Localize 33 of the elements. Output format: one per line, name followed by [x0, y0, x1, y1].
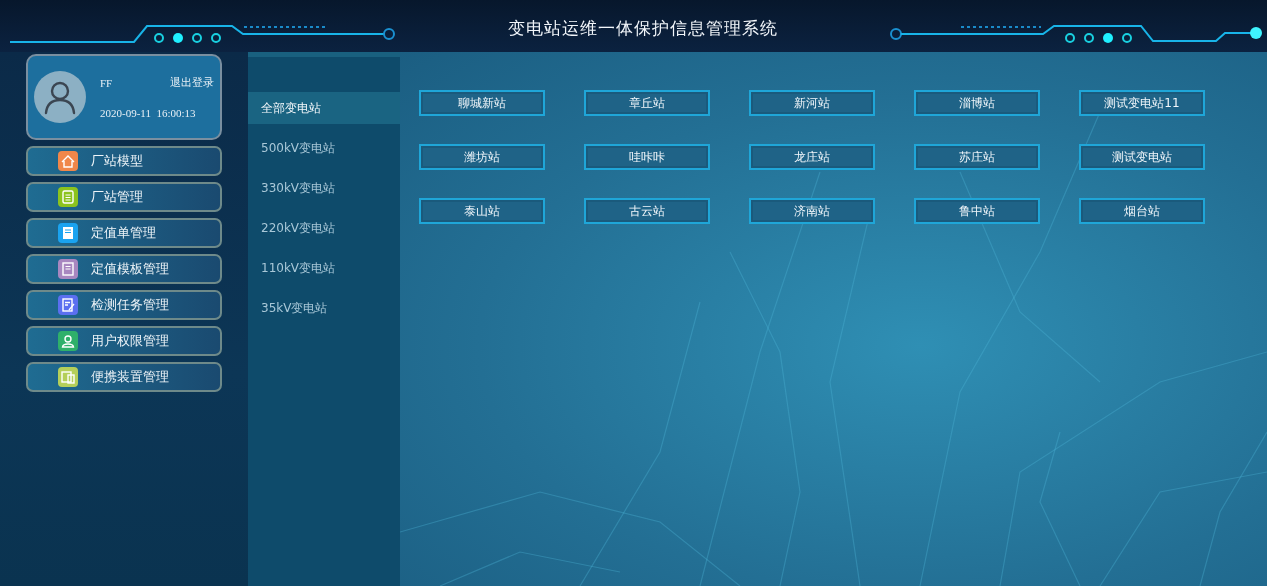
station-button[interactable]: 济南站 — [749, 198, 875, 224]
category-item[interactable]: 35kV变电站 — [248, 292, 400, 324]
station-button[interactable]: 测试变电站11 — [1079, 90, 1205, 116]
station-button[interactable]: 古云站 — [584, 198, 710, 224]
station-button[interactable]: 测试变电站 — [1079, 144, 1205, 170]
category-item[interactable]: 330kV变电站 — [248, 172, 400, 204]
login-time: 2020-09-11 16:00:13 — [100, 107, 197, 119]
nav-button[interactable]: 厂站模型 — [26, 146, 222, 176]
nav-button[interactable]: 定值单管理 — [26, 218, 222, 248]
category-item[interactable]: 220kV变电站 — [248, 212, 400, 244]
station-button[interactable]: 聊城新站 — [419, 90, 545, 116]
station-button[interactable]: 淄博站 — [914, 90, 1040, 116]
category-item[interactable]: 110kV变电站 — [248, 252, 400, 284]
nav-button[interactable]: 厂站管理 — [26, 182, 222, 212]
window-title: 变电站运维一体保护信息管理系统 — [507, 18, 778, 39]
station-button[interactable]: 苏庄站 — [914, 144, 1040, 170]
station-button[interactable]: 章丘站 — [584, 90, 710, 116]
station-button[interactable]: 鲁中站 — [914, 198, 1040, 224]
station-button[interactable]: 哇咔咔 — [584, 144, 710, 170]
station-button[interactable]: 潍坊站 — [419, 144, 545, 170]
station-button[interactable]: 新河站 — [749, 90, 875, 116]
category-item[interactable]: 500kV变电站 — [248, 132, 400, 164]
category-item[interactable]: 全部变电站 — [248, 92, 400, 124]
logout-link[interactable]: 退出登录 — [170, 75, 214, 90]
nav-button[interactable]: 检测任务管理 — [26, 290, 222, 320]
nav-button[interactable]: 便携装置管理 — [26, 362, 222, 392]
station-button[interactable]: 烟台站 — [1079, 198, 1205, 224]
user-name: FF — [100, 76, 113, 89]
nav-button[interactable]: 定值模板管理 — [26, 254, 222, 284]
nav-button[interactable]: 用户权限管理 — [26, 326, 222, 356]
station-button[interactable]: 龙庄站 — [749, 144, 875, 170]
station-button[interactable]: 泰山站 — [419, 198, 545, 224]
avatar-icon — [34, 71, 86, 123]
